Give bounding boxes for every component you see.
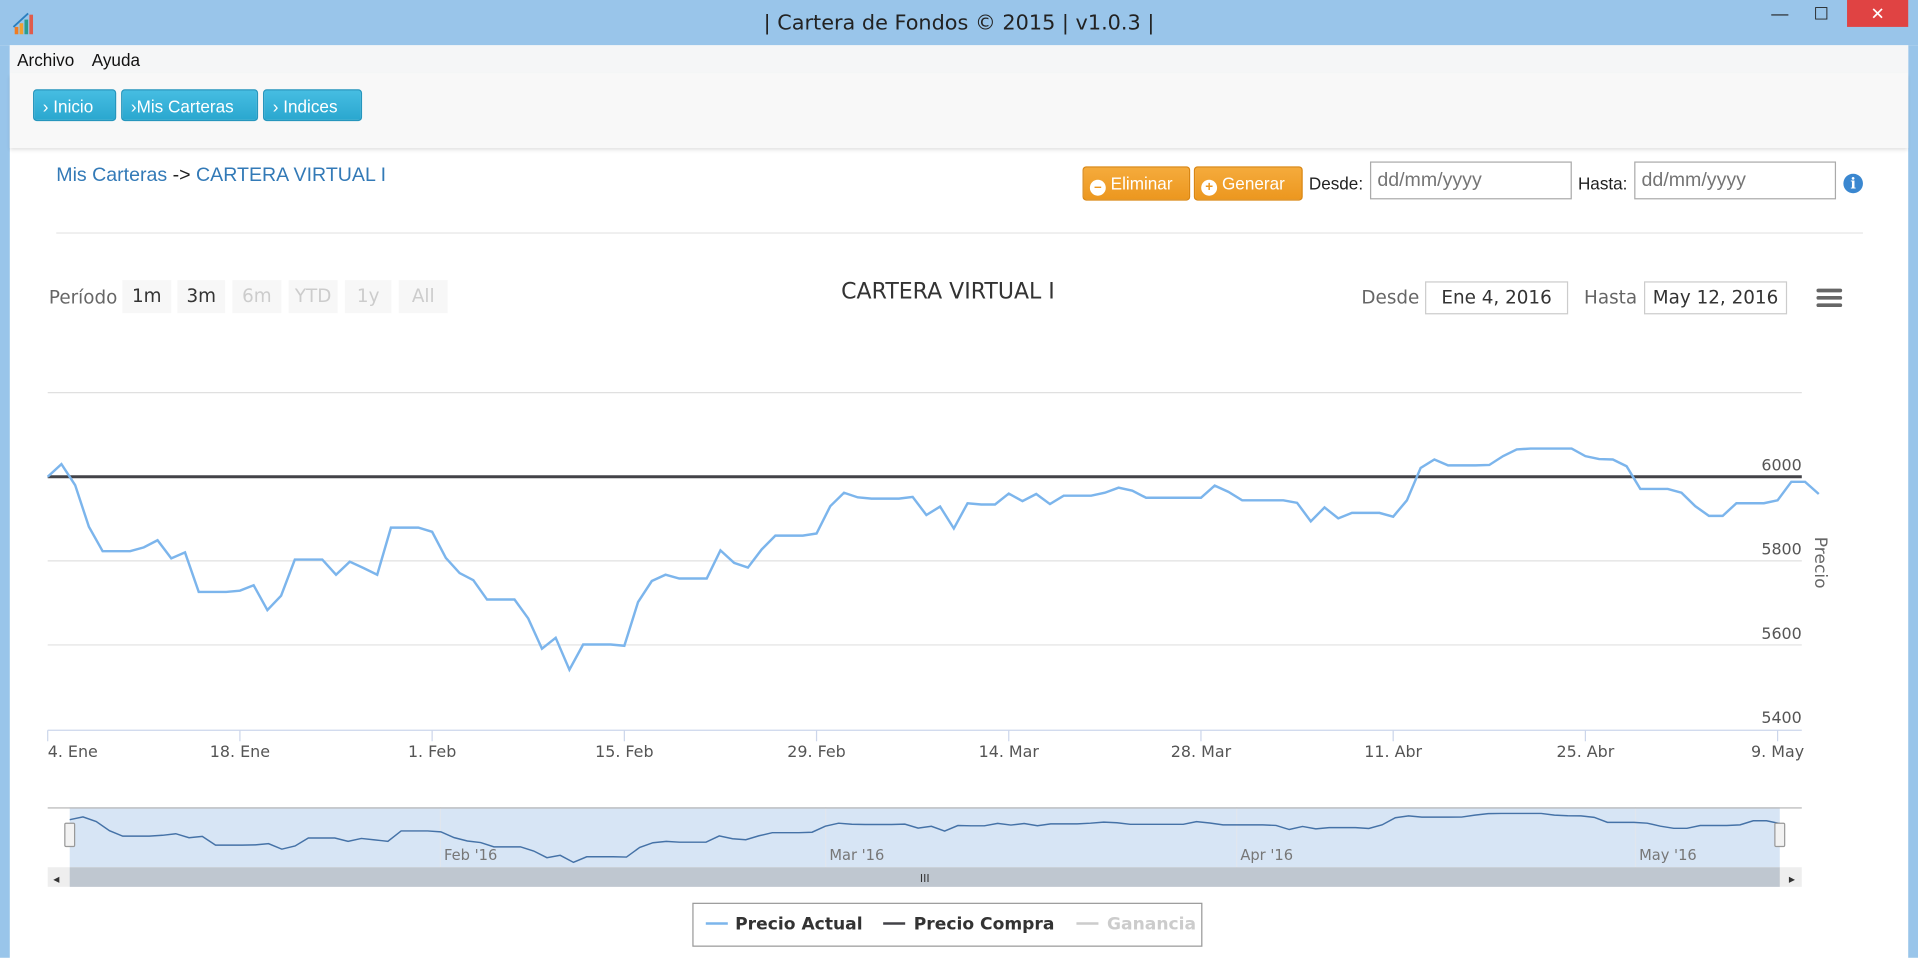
x-tick-label: 1. Feb xyxy=(408,742,456,761)
navigator-label: May '16 xyxy=(1639,847,1697,864)
price-chart: 4. Ene 18. Ene 1. Feb 15. Feb 29. Feb 14. Mar… xyxy=(46,392,1830,947)
legend-label: Precio Actual xyxy=(735,915,862,935)
x-tick-label: 28. Mar xyxy=(1171,742,1232,761)
x-tick-label: 14. Mar xyxy=(979,742,1040,761)
navigator-handle-left[interactable] xyxy=(64,822,76,848)
x-tick-label: 18. Ene xyxy=(210,742,270,761)
x-tick-label: 9. May xyxy=(1751,742,1804,761)
navigator-label: Mar '16 xyxy=(829,847,884,864)
x-tick-label: 29. Feb xyxy=(787,742,845,761)
y-tick-label: 5800 xyxy=(1761,540,1801,559)
navigator-label: Apr '16 xyxy=(1240,847,1293,864)
legend-label: Precio Compra xyxy=(914,915,1055,935)
legend-label: Ganancia xyxy=(1107,915,1196,935)
scroll-right-arrow-icon[interactable]: ▸ xyxy=(1789,872,1796,886)
x-tick-label: 15. Feb xyxy=(595,742,653,761)
scroll-left-arrow-icon[interactable]: ◂ xyxy=(53,872,60,886)
y-tick-label: 5400 xyxy=(1761,708,1801,727)
navigator-label: Feb '16 xyxy=(444,847,497,864)
x-tick-label: 25. Abr xyxy=(1556,742,1614,761)
y-tick-label: 6000 xyxy=(1761,456,1801,475)
y-tick-label: 5600 xyxy=(1761,624,1801,643)
x-tick-label: 11. Abr xyxy=(1364,742,1422,761)
legend: Precio Actual Precio Compra Ganancia xyxy=(692,902,1203,947)
navigator-handle-right[interactable] xyxy=(1774,822,1786,848)
y-axis-title: Precio xyxy=(1810,537,1830,589)
x-tick-label: 4. Ene xyxy=(48,742,98,761)
scrollbar-grip-icon: III xyxy=(920,872,930,885)
precio-actual-line xyxy=(46,447,1820,673)
